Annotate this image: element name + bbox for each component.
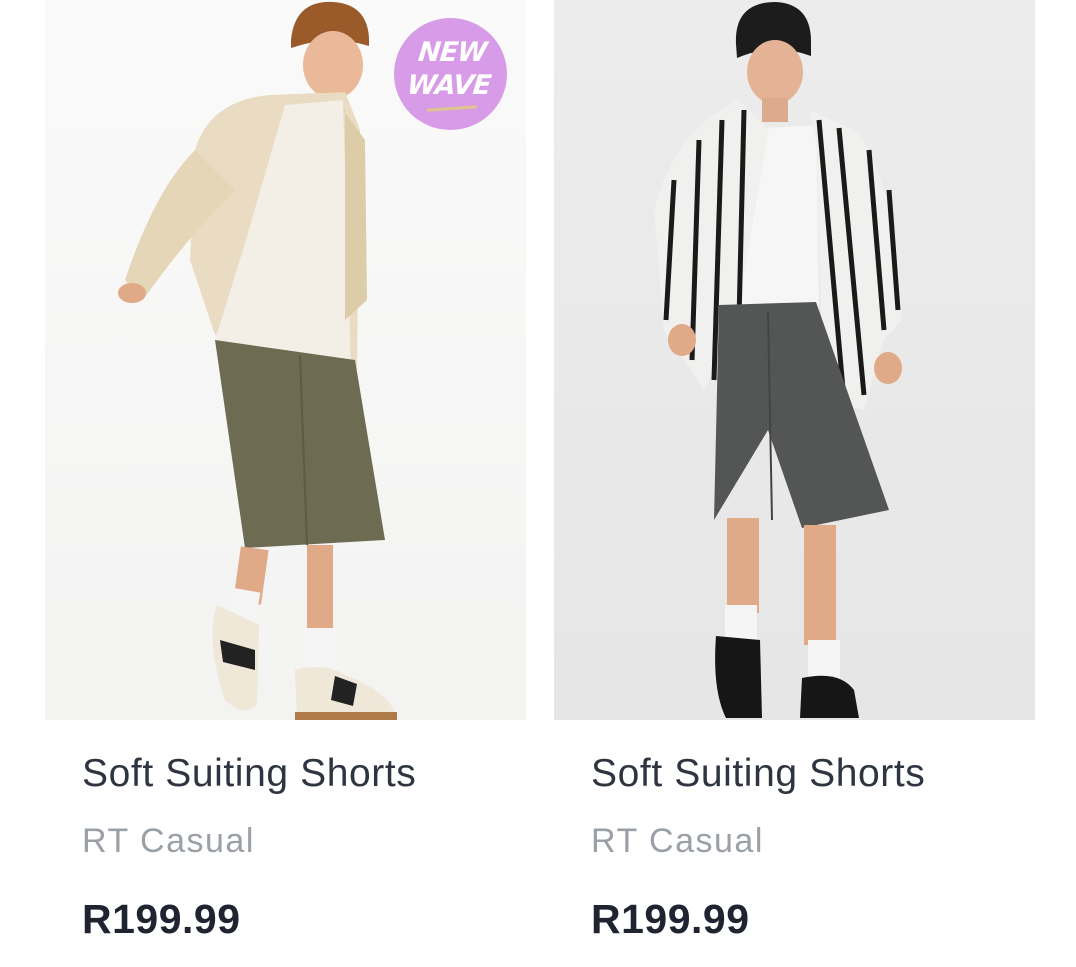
product-price: R199.99: [82, 896, 241, 942]
product-image[interactable]: [554, 0, 1035, 720]
product-brand: RT Casual: [82, 822, 255, 860]
product-title[interactable]: Soft Suiting Shorts: [82, 752, 416, 796]
product-title[interactable]: Soft Suiting Shorts: [591, 752, 925, 796]
model-illustration: [654, 2, 902, 718]
new-wave-badge: NEW WAVE: [394, 18, 507, 130]
product-grid: NEW WAVE Soft Suiting Shorts RT Casual R…: [0, 0, 1076, 967]
product-card[interactable]: NEW WAVE Soft Suiting Shorts RT Casual R…: [45, 0, 527, 967]
badge-line2: WAVE: [405, 70, 493, 101]
product-image[interactable]: NEW WAVE: [45, 0, 526, 720]
product-brand: RT Casual: [591, 822, 764, 860]
product-price: R199.99: [591, 896, 750, 942]
badge-underline: [426, 105, 478, 112]
badge-line1: NEW: [416, 37, 488, 68]
product-card[interactable]: Soft Suiting Shorts RT Casual R199.99: [554, 0, 1036, 967]
